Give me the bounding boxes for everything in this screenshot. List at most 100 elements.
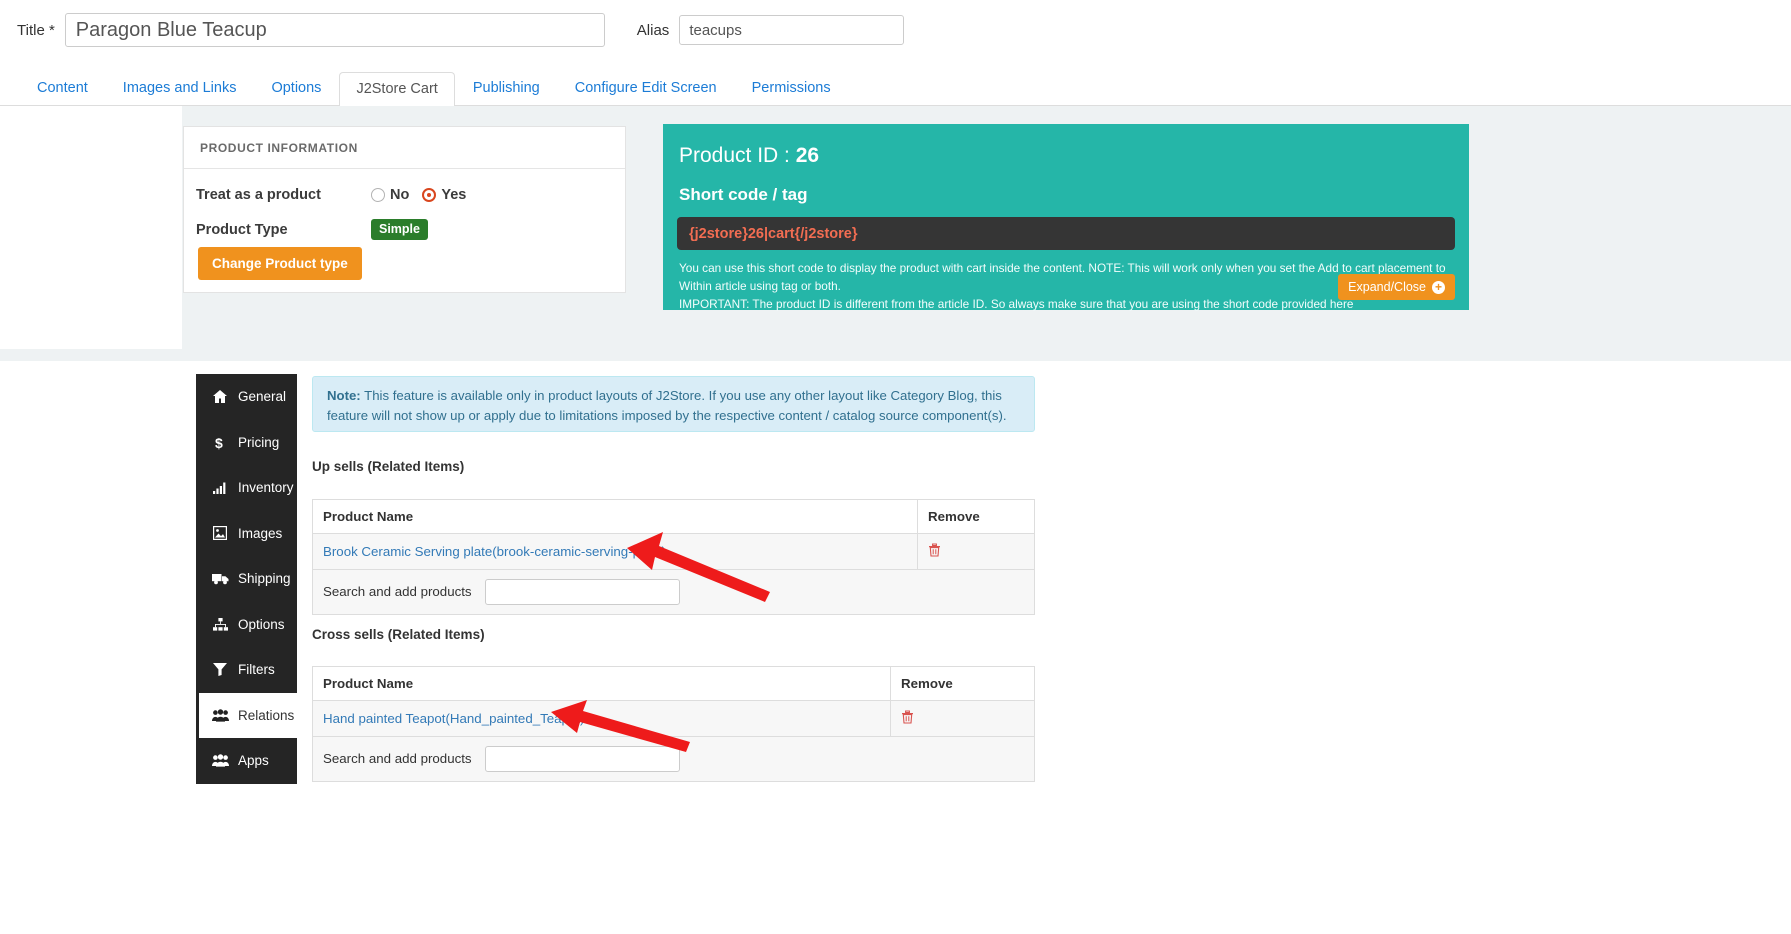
alias-input[interactable] bbox=[679, 15, 904, 45]
sidebar-item-shipping[interactable]: Shipping bbox=[196, 556, 297, 602]
info-note: Note: This feature is available only in … bbox=[312, 376, 1035, 432]
crosssell-product-cell: Hand painted Teapot(Hand_painted_Teapot) bbox=[313, 701, 891, 737]
upsells-search-input[interactable] bbox=[485, 579, 680, 605]
upsell-product-link[interactable]: Brook Ceramic Serving plate(brook-cerami… bbox=[323, 544, 666, 559]
treat-as-product-radio-group: No Yes bbox=[371, 187, 479, 203]
upsells-col-product-name: Product Name bbox=[313, 500, 918, 534]
change-product-type-button[interactable]: Change Product type bbox=[198, 247, 362, 280]
tab-options[interactable]: Options bbox=[254, 71, 338, 105]
image-icon bbox=[211, 526, 229, 540]
svg-text:$: $ bbox=[215, 435, 223, 450]
sidebar-label-relations: Relations bbox=[238, 708, 294, 723]
product-information-card: PRODUCT INFORMATION Treat as a product N… bbox=[183, 126, 626, 293]
sidebar-label-general: General bbox=[238, 389, 286, 404]
radio-yes[interactable] bbox=[422, 188, 436, 202]
title-input[interactable] bbox=[65, 13, 605, 47]
product-type-label: Product Type bbox=[196, 222, 371, 238]
shortcode-heading: Short code / tag bbox=[679, 185, 1455, 205]
crosssells-title: Cross sells (Related Items) bbox=[312, 627, 485, 642]
upsells-table: Product Name Remove Brook Ceramic Servin… bbox=[312, 499, 1035, 615]
bar-chart-icon bbox=[211, 481, 229, 494]
sidebar-item-images[interactable]: Images bbox=[196, 511, 297, 557]
product-id-label: Product ID : bbox=[679, 144, 790, 167]
tab-images-and-links[interactable]: Images and Links bbox=[106, 71, 254, 105]
crosssells-col-remove: Remove bbox=[891, 667, 1035, 701]
tab-permissions[interactable]: Permissions bbox=[735, 71, 848, 105]
tab-content[interactable]: Content bbox=[20, 71, 105, 105]
filter-icon bbox=[211, 663, 229, 676]
table-header-row: Product Name Remove bbox=[313, 500, 1035, 534]
sidebar-label-options: Options bbox=[238, 617, 285, 632]
shortcode-code-box[interactable]: {j2store}26|cart{/j2store} bbox=[677, 217, 1455, 250]
alias-label: Alias bbox=[637, 22, 670, 39]
treat-as-product-label: Treat as a product bbox=[196, 187, 371, 203]
crosssells-search-label: Search and add products bbox=[323, 751, 472, 766]
shortcode-text: {j2store}26|cart{/j2store} bbox=[689, 226, 858, 242]
users-icon bbox=[211, 709, 229, 722]
plus-circle-icon: + bbox=[1432, 281, 1445, 294]
tab-j2store-cart[interactable]: J2Store Cart bbox=[339, 72, 454, 106]
trash-icon[interactable] bbox=[928, 544, 941, 560]
band-gap bbox=[0, 349, 1791, 361]
crosssells-table: Product Name Remove Hand painted Teapot(… bbox=[312, 666, 1035, 782]
sidebar-item-relations[interactable]: Relations bbox=[196, 693, 297, 739]
product-information-title: PRODUCT INFORMATION bbox=[200, 141, 358, 155]
product-type-badge: Simple bbox=[371, 219, 428, 240]
crosssells-search-cell: Search and add products bbox=[313, 737, 1035, 782]
dollar-icon: $ bbox=[211, 435, 229, 450]
sidebar-label-pricing: Pricing bbox=[238, 435, 279, 450]
users-icon bbox=[211, 754, 229, 767]
title-row: Title * Alias bbox=[0, 0, 1791, 60]
tab-configure-edit-screen[interactable]: Configure Edit Screen bbox=[558, 71, 734, 105]
sidebar-item-general[interactable]: General bbox=[196, 374, 297, 420]
relations-panel bbox=[182, 361, 1791, 934]
crosssells-search-input[interactable] bbox=[485, 746, 680, 772]
table-row: Brook Ceramic Serving plate(brook-cerami… bbox=[313, 534, 1035, 570]
upsell-remove-cell bbox=[918, 534, 1035, 570]
sidebar-item-pricing[interactable]: $ Pricing bbox=[196, 420, 297, 466]
home-icon bbox=[211, 390, 229, 403]
top-band-left-spacer bbox=[0, 106, 182, 349]
upsells-search-cell: Search and add products bbox=[313, 570, 1035, 615]
table-row-search: Search and add products bbox=[313, 737, 1035, 782]
note-text: This feature is available only in produc… bbox=[327, 388, 1007, 423]
sitemap-icon bbox=[211, 618, 229, 631]
radio-no[interactable] bbox=[371, 188, 385, 202]
product-id-line: Product ID : 26 bbox=[679, 144, 1455, 168]
sidebar-label-inventory: Inventory bbox=[238, 480, 294, 495]
note-prefix: Note: bbox=[327, 388, 361, 403]
sidebar-item-inventory[interactable]: Inventory bbox=[196, 465, 297, 511]
shortcode-panel: Product ID : 26 Short code / tag {j2stor… bbox=[663, 124, 1469, 310]
crosssells-col-product-name: Product Name bbox=[313, 667, 891, 701]
radio-yes-label: Yes bbox=[441, 187, 466, 203]
upsell-product-cell: Brook Ceramic Serving plate(brook-cerami… bbox=[313, 534, 918, 570]
table-row-search: Search and add products bbox=[313, 570, 1035, 615]
radio-no-label: No bbox=[390, 187, 409, 203]
sidebar-label-filters: Filters bbox=[238, 662, 275, 677]
tab-bar: Content Images and Links Options J2Store… bbox=[0, 72, 1791, 106]
sidebar-label-images: Images bbox=[238, 526, 282, 541]
table-header-row: Product Name Remove bbox=[313, 667, 1035, 701]
table-row: Hand painted Teapot(Hand_painted_Teapot) bbox=[313, 701, 1035, 737]
trash-icon[interactable] bbox=[901, 711, 914, 727]
product-type-row: Product Type Simple bbox=[184, 219, 625, 240]
crosssell-remove-cell bbox=[891, 701, 1035, 737]
sidebar-label-shipping: Shipping bbox=[238, 571, 291, 586]
crosssell-product-link[interactable]: Hand painted Teapot(Hand_painted_Teapot) bbox=[323, 711, 584, 726]
product-settings-sidebar: General $ Pricing Inventory Images bbox=[196, 374, 297, 784]
upsells-col-remove: Remove bbox=[918, 500, 1035, 534]
upsells-title: Up sells (Related Items) bbox=[312, 459, 464, 474]
treat-as-product-row: Treat as a product No Yes bbox=[184, 187, 625, 203]
upsells-search-label: Search and add products bbox=[323, 584, 472, 599]
sidebar-item-apps[interactable]: Apps bbox=[196, 738, 297, 784]
product-information-header: PRODUCT INFORMATION bbox=[184, 127, 625, 169]
title-label: Title * bbox=[17, 22, 55, 39]
sidebar-label-apps: Apps bbox=[238, 753, 269, 768]
product-id-value: 26 bbox=[796, 144, 819, 167]
truck-icon bbox=[211, 573, 229, 585]
tab-publishing[interactable]: Publishing bbox=[456, 71, 557, 105]
sidebar-item-options[interactable]: Options bbox=[196, 602, 297, 648]
expand-close-button[interactable]: Expand/Close + bbox=[1338, 274, 1455, 300]
sidebar-item-filters[interactable]: Filters bbox=[196, 647, 297, 693]
expand-close-label: Expand/Close bbox=[1348, 280, 1426, 294]
